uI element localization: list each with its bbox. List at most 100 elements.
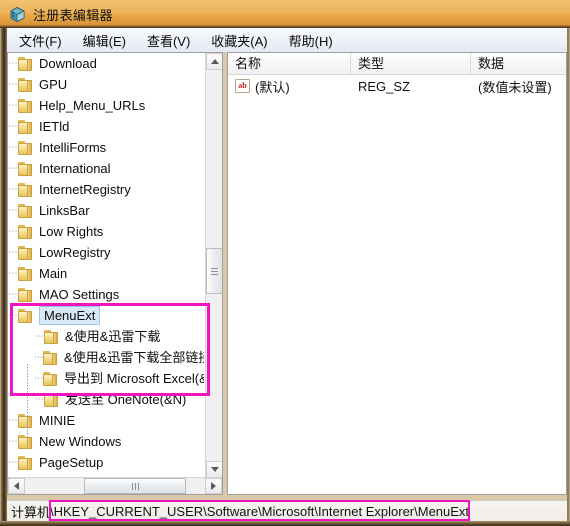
tree-item-lowregistry[interactable]: ⋯ LowRegistry — [8, 242, 204, 263]
window-border-bottom — [0, 521, 570, 526]
tree-item-label: &使用&迅雷下载全部链接 — [64, 350, 204, 365]
tree-item-label: Low Rights — [39, 224, 104, 239]
tree-item-mao-settings[interactable]: ⋯ MAO Settings — [8, 284, 204, 305]
folder-icon — [18, 161, 34, 176]
tree-item-label: International — [39, 161, 111, 176]
tree-expander-icon[interactable]: ⋯ — [34, 368, 43, 389]
tree-expander-icon[interactable]: ⋯ — [8, 200, 18, 221]
folder-icon — [44, 329, 60, 344]
tree-item-label: MAO Settings — [39, 287, 120, 302]
tree-item-intelliforms[interactable]: ⋯ IntelliForms — [8, 137, 204, 158]
tree-expander-icon[interactable]: ⋯ — [8, 305, 18, 326]
tree-item-low-rights[interactable]: ⋯ Low Rights — [8, 221, 204, 242]
column-header-type[interactable]: 类型 — [351, 53, 471, 74]
tree-item-label: InternetRegistry — [39, 182, 131, 197]
folder-icon — [18, 98, 34, 113]
horizontal-scroll-thumb[interactable] — [84, 478, 186, 494]
tree-item-download[interactable]: ⋯ Download — [8, 53, 204, 74]
menu-help[interactable]: 帮助(H) — [280, 29, 342, 52]
folder-icon — [43, 350, 59, 365]
grip-icon — [211, 267, 218, 275]
folder-icon — [18, 413, 34, 428]
table-row[interactable]: ab (默认) REG_SZ (数值未设置) — [228, 75, 566, 97]
folder-icon — [18, 308, 34, 323]
scroll-down-button[interactable] — [206, 461, 222, 478]
tree-expander-icon[interactable]: ⋯ — [34, 347, 43, 368]
folder-icon — [18, 455, 34, 470]
registry-values-pane[interactable]: 名称 类型 数据 ab (默认) REG_SZ (数值未设置) — [227, 52, 567, 495]
tree-item-linksbar[interactable]: ⋯ LinksBar — [8, 200, 204, 221]
window-title: 注册表编辑器 — [33, 7, 113, 23]
registry-tree-pane[interactable]: ⋯ Download ⋯ GPU ⋯ Help_Menu_URLs ⋯ IETld ⋯ Intel… — [7, 52, 223, 495]
tree-expander-icon[interactable]: ⋯ — [8, 410, 18, 431]
tree-item-main[interactable]: ⋯ Main — [8, 263, 204, 284]
tree-item-gpu[interactable]: ⋯ GPU — [8, 74, 204, 95]
tree-expander-icon[interactable]: ⋯ — [8, 179, 18, 200]
tree-item-label: GPU — [39, 77, 68, 92]
tree-expander-icon[interactable]: ⋯ — [8, 284, 18, 305]
menu-edit[interactable]: 编辑(E) — [74, 29, 135, 52]
menu-file[interactable]: 文件(F) — [10, 29, 71, 52]
tree-item-label: PageSetup — [39, 455, 104, 470]
registry-editor-window: 注册表编辑器 文件(F) 编辑(E) 查看(V) 收藏夹(A) 帮助(H) ⋯ D… — [0, 0, 570, 526]
tree-expander-icon[interactable]: ⋯ — [8, 452, 18, 473]
tree-expander-icon[interactable]: ⋯ — [8, 74, 18, 95]
vertical-scroll-thumb[interactable] — [206, 248, 222, 294]
tree-item-menuext[interactable]: ⋯ MenuExt — [8, 305, 204, 326]
status-path: \HKEY_CURRENT_USER\Software\Microsoft\In… — [50, 503, 470, 519]
values-list[interactable]: ab (默认) REG_SZ (数值未设置) — [228, 75, 566, 97]
folder-icon — [18, 434, 34, 449]
value-name-label: (默认) — [255, 79, 290, 95]
tree-item-[interactable]: ⋯ &使用&迅雷下载全部链接 — [8, 347, 204, 368]
tree-item-[interactable]: ⋯ &使用&迅雷下载 — [8, 326, 204, 347]
string-value-icon: ab — [235, 79, 250, 93]
title-bar[interactable]: 注册表编辑器 — [0, 0, 570, 28]
registry-tree[interactable]: ⋯ Download ⋯ GPU ⋯ Help_Menu_URLs ⋯ IETld ⋯ Intel… — [8, 53, 204, 478]
scroll-right-button[interactable] — [205, 478, 222, 494]
tree-horizontal-scrollbar[interactable] — [8, 477, 222, 494]
tree-item-label: LinksBar — [39, 203, 90, 218]
tree-item-new-windows[interactable]: ⋯ New Windows — [8, 431, 204, 452]
tree-expander-icon[interactable]: ⋯ — [8, 158, 18, 179]
tree-expander-icon[interactable]: ⋯ — [8, 137, 18, 158]
folder-icon — [18, 77, 34, 92]
tree-item-international[interactable]: ⋯ International — [8, 158, 204, 179]
tree-expander-icon[interactable]: ⋯ — [8, 263, 18, 284]
chevron-down-icon — [210, 467, 219, 472]
tree-expander-icon[interactable]: ⋯ — [8, 95, 18, 116]
tree-item-minie[interactable]: ⋯ MINIE — [8, 410, 204, 431]
tree-item-internetregistry[interactable]: ⋯ InternetRegistry — [8, 179, 204, 200]
tree-vertical-scrollbar[interactable] — [205, 53, 222, 478]
tree-expander-icon[interactable]: ⋯ — [8, 53, 18, 74]
scroll-up-button[interactable] — [206, 53, 222, 70]
tree-item-microsoft-excel-x[interactable]: ⋯ 导出到 Microsoft Excel(&X — [8, 368, 204, 389]
tree-expander-icon[interactable]: ⋯ — [34, 326, 44, 347]
tree-expander-icon[interactable]: ⋯ — [8, 242, 18, 263]
tree-item-label: Help_Menu_URLs — [39, 98, 146, 113]
tree-item-ietld[interactable]: ⋯ IETld — [8, 116, 204, 137]
status-bar: 计算机 \HKEY_CURRENT_USER\Software\Microsoft… — [7, 500, 567, 521]
tree-expander-icon[interactable]: ⋯ — [8, 116, 18, 137]
folder-icon — [43, 371, 59, 386]
column-header-data[interactable]: 数据 — [471, 53, 566, 74]
scroll-left-button[interactable] — [8, 478, 25, 494]
tree-item-help-menu-urls[interactable]: ⋯ Help_Menu_URLs — [8, 95, 204, 116]
chevron-right-icon — [211, 482, 216, 490]
folder-icon — [18, 224, 34, 239]
tree-item-onenote-n[interactable]: ⋯ 发送至 OneNote(&N) — [8, 389, 204, 410]
tree-expander-icon[interactable]: ⋯ — [8, 431, 18, 452]
tree-item-label: 发送至 OneNote(&N) — [65, 392, 187, 407]
menu-favorites[interactable]: 收藏夹(A) — [202, 29, 276, 52]
values-header-row: 名称 类型 数据 — [228, 53, 566, 75]
menu-bar: 文件(F) 编辑(E) 查看(V) 收藏夹(A) 帮助(H) — [7, 28, 567, 53]
tree-item-label: MINIE — [39, 413, 76, 428]
column-header-name[interactable]: 名称 — [228, 53, 351, 74]
tree-expander-icon[interactable]: ⋯ — [34, 389, 44, 410]
folder-icon — [18, 245, 34, 260]
menu-view[interactable]: 查看(V) — [138, 29, 199, 52]
folder-icon — [18, 119, 34, 134]
tree-item-label: Main — [39, 266, 68, 281]
tree-item-label: 导出到 Microsoft Excel(&X — [64, 371, 204, 386]
tree-item-pagesetup[interactable]: ⋯ PageSetup — [8, 452, 204, 473]
tree-expander-icon[interactable]: ⋯ — [8, 221, 18, 242]
